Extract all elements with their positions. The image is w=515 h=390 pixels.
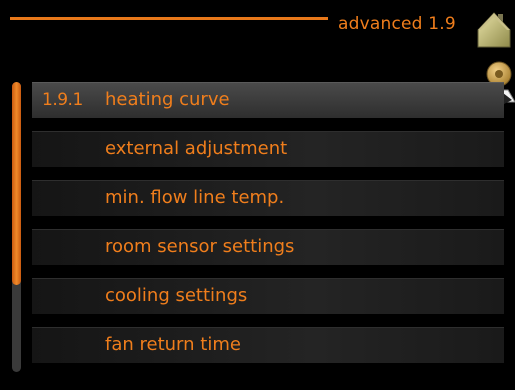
house-icon[interactable]: [476, 10, 512, 48]
scroll-thumb[interactable]: [12, 82, 21, 285]
menu-item-min-flow-line-temp[interactable]: min. flow line temp.: [32, 180, 504, 216]
page-title: advanced 1.9: [338, 14, 456, 34]
menu-item-label: room sensor settings: [105, 236, 295, 257]
menu-item-heating-curve[interactable]: 1.9.1 heating curve: [32, 82, 504, 118]
scrollbar[interactable]: [12, 82, 21, 372]
menu-list: 1.9.1 heating curve external adjustment …: [32, 82, 504, 376]
menu-item-fan-return-time[interactable]: fan return time: [32, 327, 504, 363]
menu-item-cooling-settings[interactable]: cooling settings: [32, 278, 504, 314]
menu-item-external-adjustment[interactable]: external adjustment: [32, 131, 504, 167]
menu-item-label: heating curve: [105, 89, 230, 110]
menu-item-room-sensor-settings[interactable]: room sensor settings: [32, 229, 504, 265]
menu-item-label: min. flow line temp.: [105, 187, 285, 208]
title-rule: [10, 17, 328, 20]
menu-item-label: external adjustment: [105, 138, 288, 159]
menu-item-label: fan return time: [105, 334, 241, 355]
menu-item-label: cooling settings: [105, 285, 248, 306]
menu-item-number: 1.9.1: [42, 90, 83, 110]
